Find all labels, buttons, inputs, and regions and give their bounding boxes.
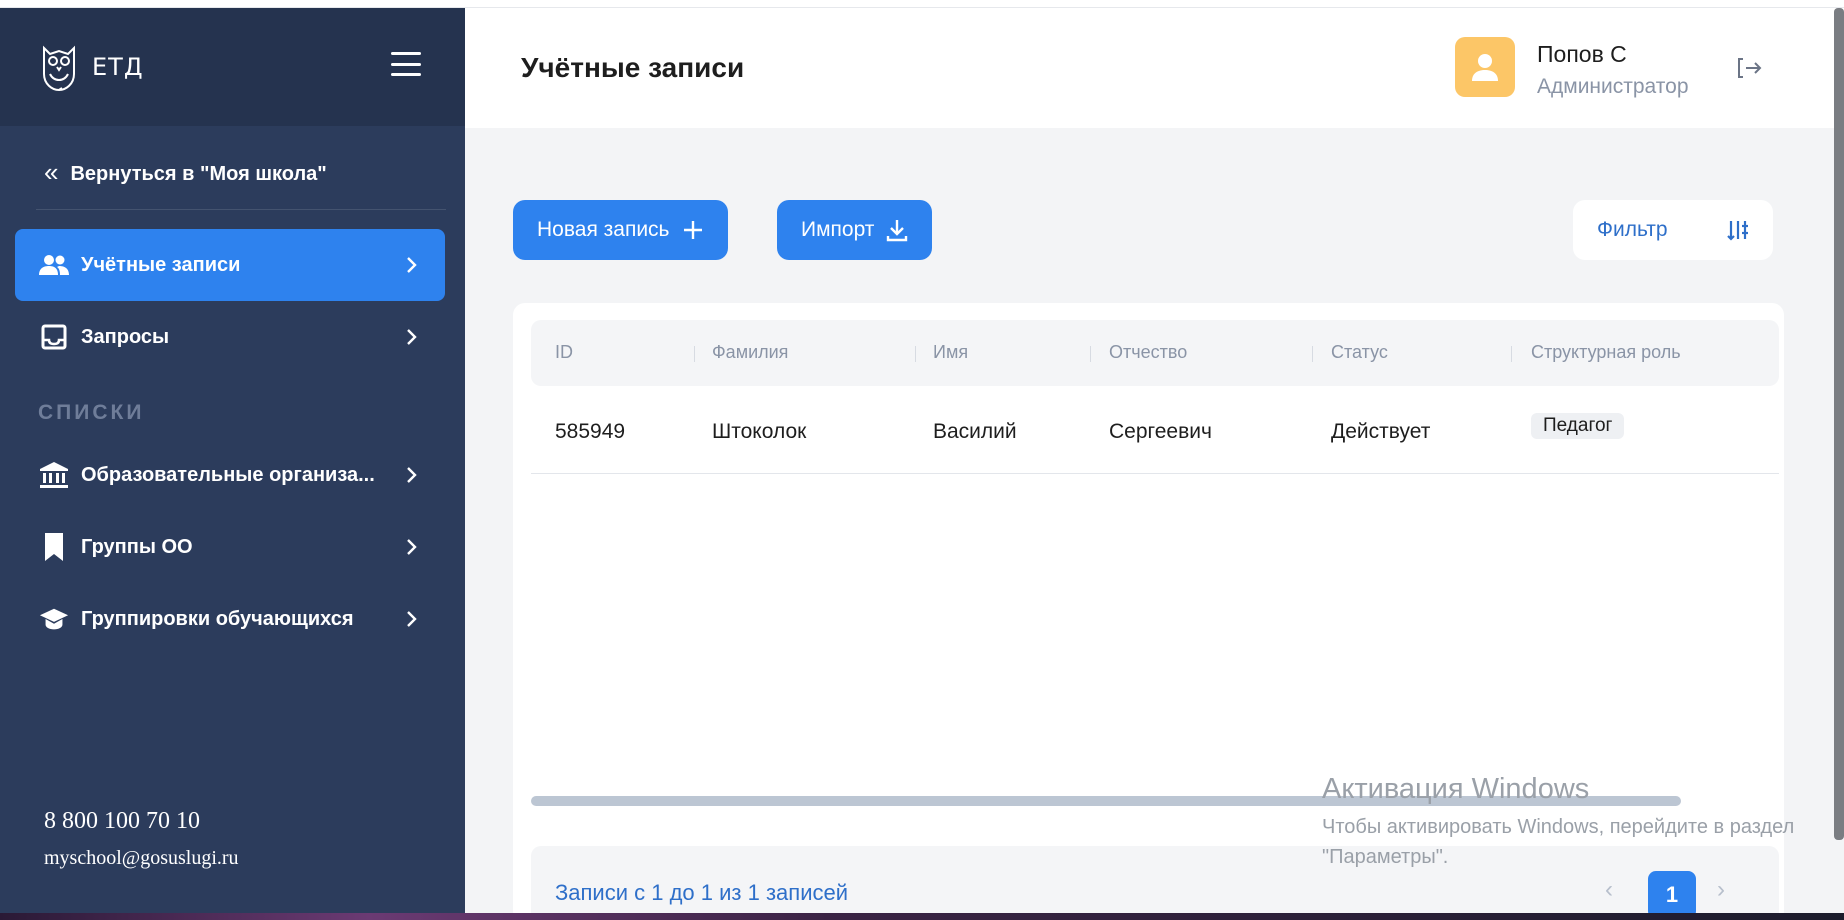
pagination-next-button[interactable]: ›	[1717, 876, 1725, 904]
back-link-label: Вернуться в "Моя школа"	[70, 163, 327, 185]
new-record-label: Новая запись	[537, 218, 670, 241]
cell-id: 585949	[555, 420, 626, 443]
table-header: ID Фамилия Имя Отчество Статус Структурн…	[531, 320, 1779, 386]
user-icon	[1472, 54, 1498, 81]
app-logo[interactable]: ЕТД	[40, 42, 144, 92]
sidebar-item-student-groupings[interactable]: Группировки обучающихся	[15, 583, 445, 655]
column-separator[interactable]	[1312, 346, 1313, 362]
graduation-cap-icon	[39, 604, 69, 634]
contacts: 8 800 100 70 10 myschool@gosuslugi.ru	[44, 808, 239, 870]
cell-last-name: Штоколок	[712, 420, 807, 443]
sidebar-item-label: Запросы	[81, 325, 170, 348]
cell-patronymic: Сергеевич	[1109, 420, 1212, 443]
plus-icon	[683, 221, 702, 239]
sidebar-item-requests[interactable]: Запросы	[15, 301, 445, 373]
sidebar-item-oo-groups[interactable]: Группы ОО	[15, 511, 445, 583]
sidebar-item-accounts[interactable]: Учётные записи	[15, 229, 445, 301]
support-email[interactable]: myschool@gosuslugi.ru	[44, 847, 239, 870]
column-header-status[interactable]: Статус	[1331, 342, 1388, 363]
logo-text: ЕТД	[92, 53, 144, 81]
back-to-my-school-link[interactable]: « Вернуться в "Моя школа"	[44, 157, 327, 188]
user-name: Попов С	[1537, 41, 1627, 67]
page-header: Учётные записи Попов С Администратор	[465, 8, 1844, 128]
institution-icon	[39, 460, 69, 490]
filter-label: Фильтр	[1597, 218, 1668, 241]
table-row[interactable]: 585949 Штоколок Василий Сергеевич Действ…	[531, 386, 1779, 474]
pagination-prev-button[interactable]: ‹	[1605, 876, 1613, 904]
sidebar-item-label: Образовательные организа...	[81, 463, 375, 486]
menu-hamburger-icon[interactable]	[391, 52, 421, 76]
activation-title: Активация Windows	[1322, 773, 1590, 805]
user-role: Администратор	[1537, 75, 1689, 98]
cell-first-name: Василий	[933, 420, 1017, 443]
filter-button[interactable]: Фильтр	[1573, 200, 1773, 260]
new-record-button[interactable]: Новая запись	[513, 200, 728, 260]
top-strip	[0, 0, 1844, 8]
windows-activation-watermark: Активация Windows Чтобы активировать Win…	[1322, 773, 1802, 872]
sidebar: ЕТД « Вернуться в "Моя школа" Учётные за…	[0, 8, 465, 913]
column-header-patronymic[interactable]: Отчество	[1109, 342, 1187, 363]
chevron-right-icon	[407, 611, 417, 627]
users-icon	[39, 250, 69, 280]
chevron-right-icon	[407, 467, 417, 483]
activation-text: Чтобы активировать Windows, перейдите в …	[1322, 816, 1795, 868]
avatar[interactable]	[1455, 37, 1515, 97]
sort-filter-icon	[1727, 221, 1748, 241]
chevron-right-icon	[407, 257, 417, 273]
sidebar-header: ЕТД	[0, 8, 465, 126]
download-icon	[887, 220, 908, 242]
cell-status: Действует	[1331, 420, 1431, 443]
sidebar-item-label: Группировки обучающихся	[81, 607, 354, 630]
pagination-page-1[interactable]: 1	[1648, 871, 1696, 919]
column-header-last-name[interactable]: Фамилия	[712, 342, 788, 363]
sidebar-item-label: Группы ОО	[81, 535, 193, 558]
bookmark-icon	[39, 532, 69, 562]
column-header-first-name[interactable]: Имя	[933, 342, 968, 363]
logout-icon[interactable]	[1737, 56, 1763, 80]
role-badge: Педагог	[1531, 413, 1625, 439]
double-chevron-left-icon: «	[44, 157, 59, 187]
column-separator[interactable]	[915, 346, 916, 362]
column-header-structural-role[interactable]: Структурная роль	[1531, 342, 1681, 363]
owl-logo-icon	[43, 45, 75, 92]
import-button[interactable]: Импорт	[777, 200, 933, 260]
import-label: Импорт	[801, 218, 875, 241]
sidebar-item-label: Учётные записи	[81, 253, 241, 276]
chevron-right-icon	[407, 329, 417, 345]
section-title-lists: СПИСКИ	[38, 401, 145, 424]
column-separator[interactable]	[694, 346, 695, 362]
vertical-scrollbar[interactable]	[1834, 8, 1844, 840]
inbox-icon	[39, 322, 69, 352]
column-header-id[interactable]: ID	[555, 342, 573, 363]
records-summary: Записи с 1 до 1 из 1 записей	[555, 880, 849, 905]
column-separator[interactable]	[1511, 346, 1512, 362]
support-phone[interactable]: 8 800 100 70 10	[44, 808, 239, 835]
taskbar-edge	[0, 913, 1844, 920]
sidebar-item-organizations[interactable]: Образовательные организа...	[15, 439, 445, 511]
chevron-right-icon	[407, 539, 417, 555]
sidebar-divider	[36, 209, 446, 210]
column-separator[interactable]	[1090, 346, 1091, 362]
page-title: Учётные записи	[521, 52, 745, 83]
